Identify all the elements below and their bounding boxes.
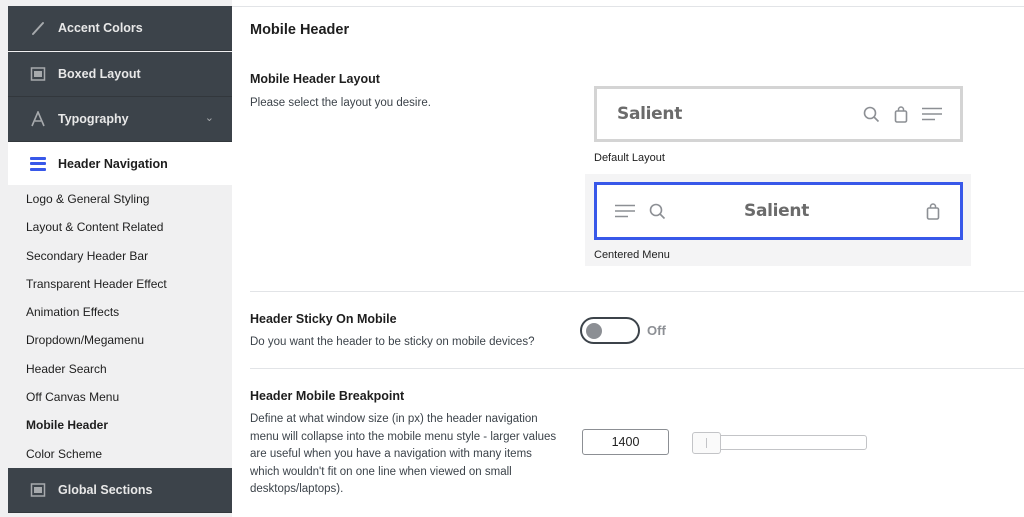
sidebar-item-label: Typography <box>58 112 129 126</box>
sidebar-item-typography[interactable]: Typography ⌄ <box>8 97 232 142</box>
description-line: Define at what window size (in px) the h… <box>250 413 538 425</box>
logo-preview: Salient <box>617 104 683 124</box>
slider-handle[interactable] <box>692 432 721 454</box>
field-title-breakpoint: Header Mobile Breakpoint <box>250 389 405 403</box>
divider <box>250 291 1024 292</box>
submenu-item-color-scheme[interactable]: Color Scheme <box>8 440 232 468</box>
divider <box>250 368 1024 369</box>
options-sidebar: Accent Colors Boxed Layout Typography ⌄ … <box>0 0 232 517</box>
divider <box>232 6 1024 7</box>
submenu-item-secondary-header-bar[interactable]: Secondary Header Bar <box>8 242 232 270</box>
field-title-layout: Mobile Header Layout <box>250 72 380 86</box>
field-description-layout: Please select the layout you desire. <box>250 97 431 109</box>
description-line: menu will collapse into the mobile menu … <box>250 430 557 443</box>
search-icon <box>649 203 666 219</box>
bag-icon <box>926 202 940 220</box>
description-line: which wouldn't fit on one line when view… <box>250 465 512 478</box>
brush-icon <box>30 20 46 36</box>
submenu-item-animation-effects[interactable]: Animation Effects <box>8 298 232 326</box>
chevron-down-icon: ⌄ <box>204 112 214 124</box>
sidebar-submenu: Logo & General Styling Layout & Content … <box>8 185 232 468</box>
sidebar-item-label: Header Navigation <box>58 156 168 171</box>
hamburger-icon <box>922 107 942 121</box>
layout-icon <box>30 482 46 498</box>
layout-option-default[interactable]: Salient <box>594 86 963 142</box>
sidebar-item-global-sections[interactable]: Global Sections <box>8 468 232 513</box>
field-title-sticky: Header Sticky On Mobile <box>250 312 397 326</box>
layout-option-label: Centered Menu <box>594 249 670 261</box>
toggle-state-label: Off <box>647 323 666 338</box>
options-panel: Mobile Header Mobile Header Layout Pleas… <box>232 0 1024 517</box>
submenu-item-transparent-header[interactable]: Transparent Header Effect <box>8 270 232 298</box>
field-description-sticky: Do you want the header to be sticky on m… <box>250 336 535 348</box>
sidebar-item-accent-colors[interactable]: Accent Colors <box>8 6 232 51</box>
field-description-breakpoint: Define at what window size (in px) the h… <box>250 411 556 499</box>
submenu-item-header-search[interactable]: Header Search <box>8 355 232 383</box>
sidebar-item-label: Boxed Layout <box>58 67 141 81</box>
layout-icon <box>30 66 46 82</box>
description-line: desktops/laptops). <box>250 483 344 495</box>
bag-icon <box>894 105 908 123</box>
layout-option-centered-menu[interactable]: Salient <box>594 182 963 240</box>
menu-icon <box>30 156 46 171</box>
sidebar-item-label: Global Sections <box>58 483 153 497</box>
page-title: Mobile Header <box>250 22 350 38</box>
toggle-knob <box>586 322 602 339</box>
sidebar-item-boxed-layout[interactable]: Boxed Layout <box>8 52 232 97</box>
submenu-item-mobile-header[interactable]: Mobile Header <box>8 411 232 439</box>
typography-icon <box>30 111 46 127</box>
theme-options-screen: Accent Colors Boxed Layout Typography ⌄ … <box>0 0 1024 517</box>
sidebar-item-header-navigation[interactable]: Header Navigation <box>8 142 232 185</box>
search-icon <box>863 106 880 122</box>
sticky-toggle[interactable] <box>580 317 640 344</box>
submenu-item-layout-content[interactable]: Layout & Content Related <box>8 213 232 241</box>
submenu-item-off-canvas-menu[interactable]: Off Canvas Menu <box>8 383 232 411</box>
breakpoint-input[interactable]: 1400 <box>582 429 669 455</box>
submenu-item-logo-general-styling[interactable]: Logo & General Styling <box>8 185 232 213</box>
logo-preview: Salient <box>744 201 810 221</box>
hamburger-icon <box>615 204 635 218</box>
sidebar-item-label: Accent Colors <box>58 21 143 35</box>
description-line: are useful when you have a navigation wi… <box>250 448 532 460</box>
layout-option-label: Default Layout <box>594 152 665 164</box>
submenu-item-dropdown-megamenu[interactable]: Dropdown/Megamenu <box>8 326 232 354</box>
